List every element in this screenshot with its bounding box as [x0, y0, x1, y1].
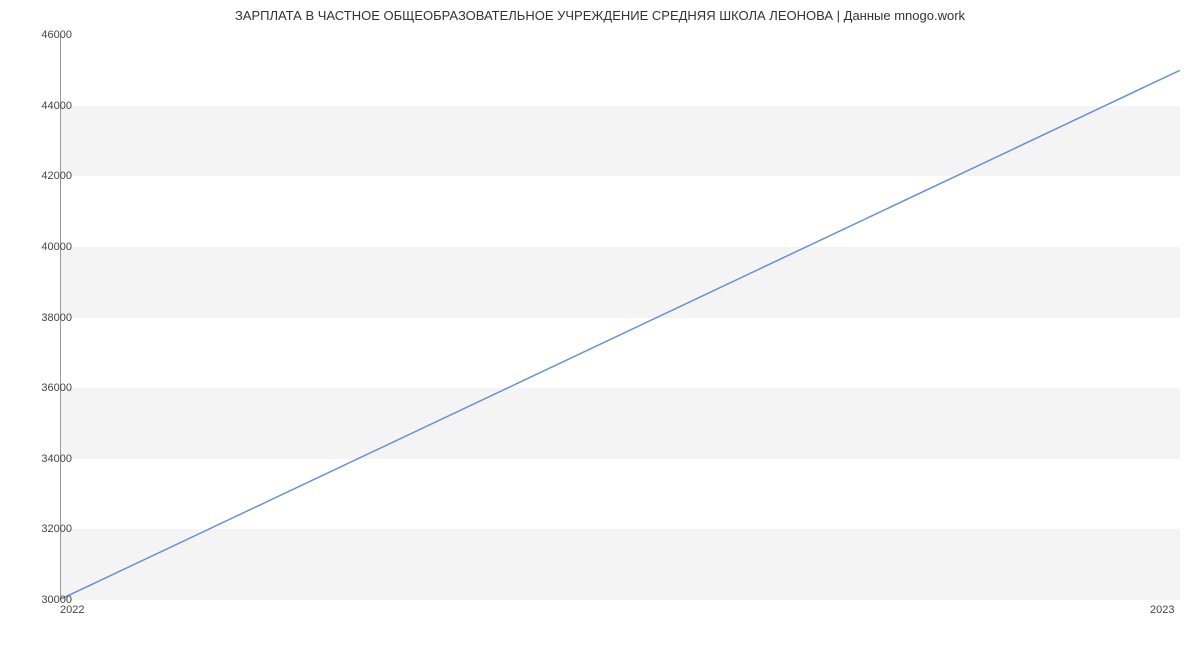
- y-tick-label: 32000: [41, 523, 72, 535]
- y-tick-label: 38000: [41, 312, 72, 324]
- y-tick-label: 46000: [41, 29, 72, 41]
- y-tick-label: 36000: [41, 382, 72, 394]
- chart-title: ЗАРПЛАТА В ЧАСТНОЕ ОБЩЕОБРАЗОВАТЕЛЬНОЕ У…: [0, 8, 1200, 23]
- y-tick-label: 44000: [41, 100, 72, 112]
- y-tick-label: 40000: [41, 241, 72, 253]
- y-tick-label: 34000: [41, 453, 72, 465]
- y-tick-label: 42000: [41, 170, 72, 182]
- plot-area: [60, 35, 1180, 600]
- x-tick-label: 2022: [60, 604, 84, 616]
- line-series: [61, 35, 1180, 599]
- x-tick-label: 2023: [1150, 604, 1174, 616]
